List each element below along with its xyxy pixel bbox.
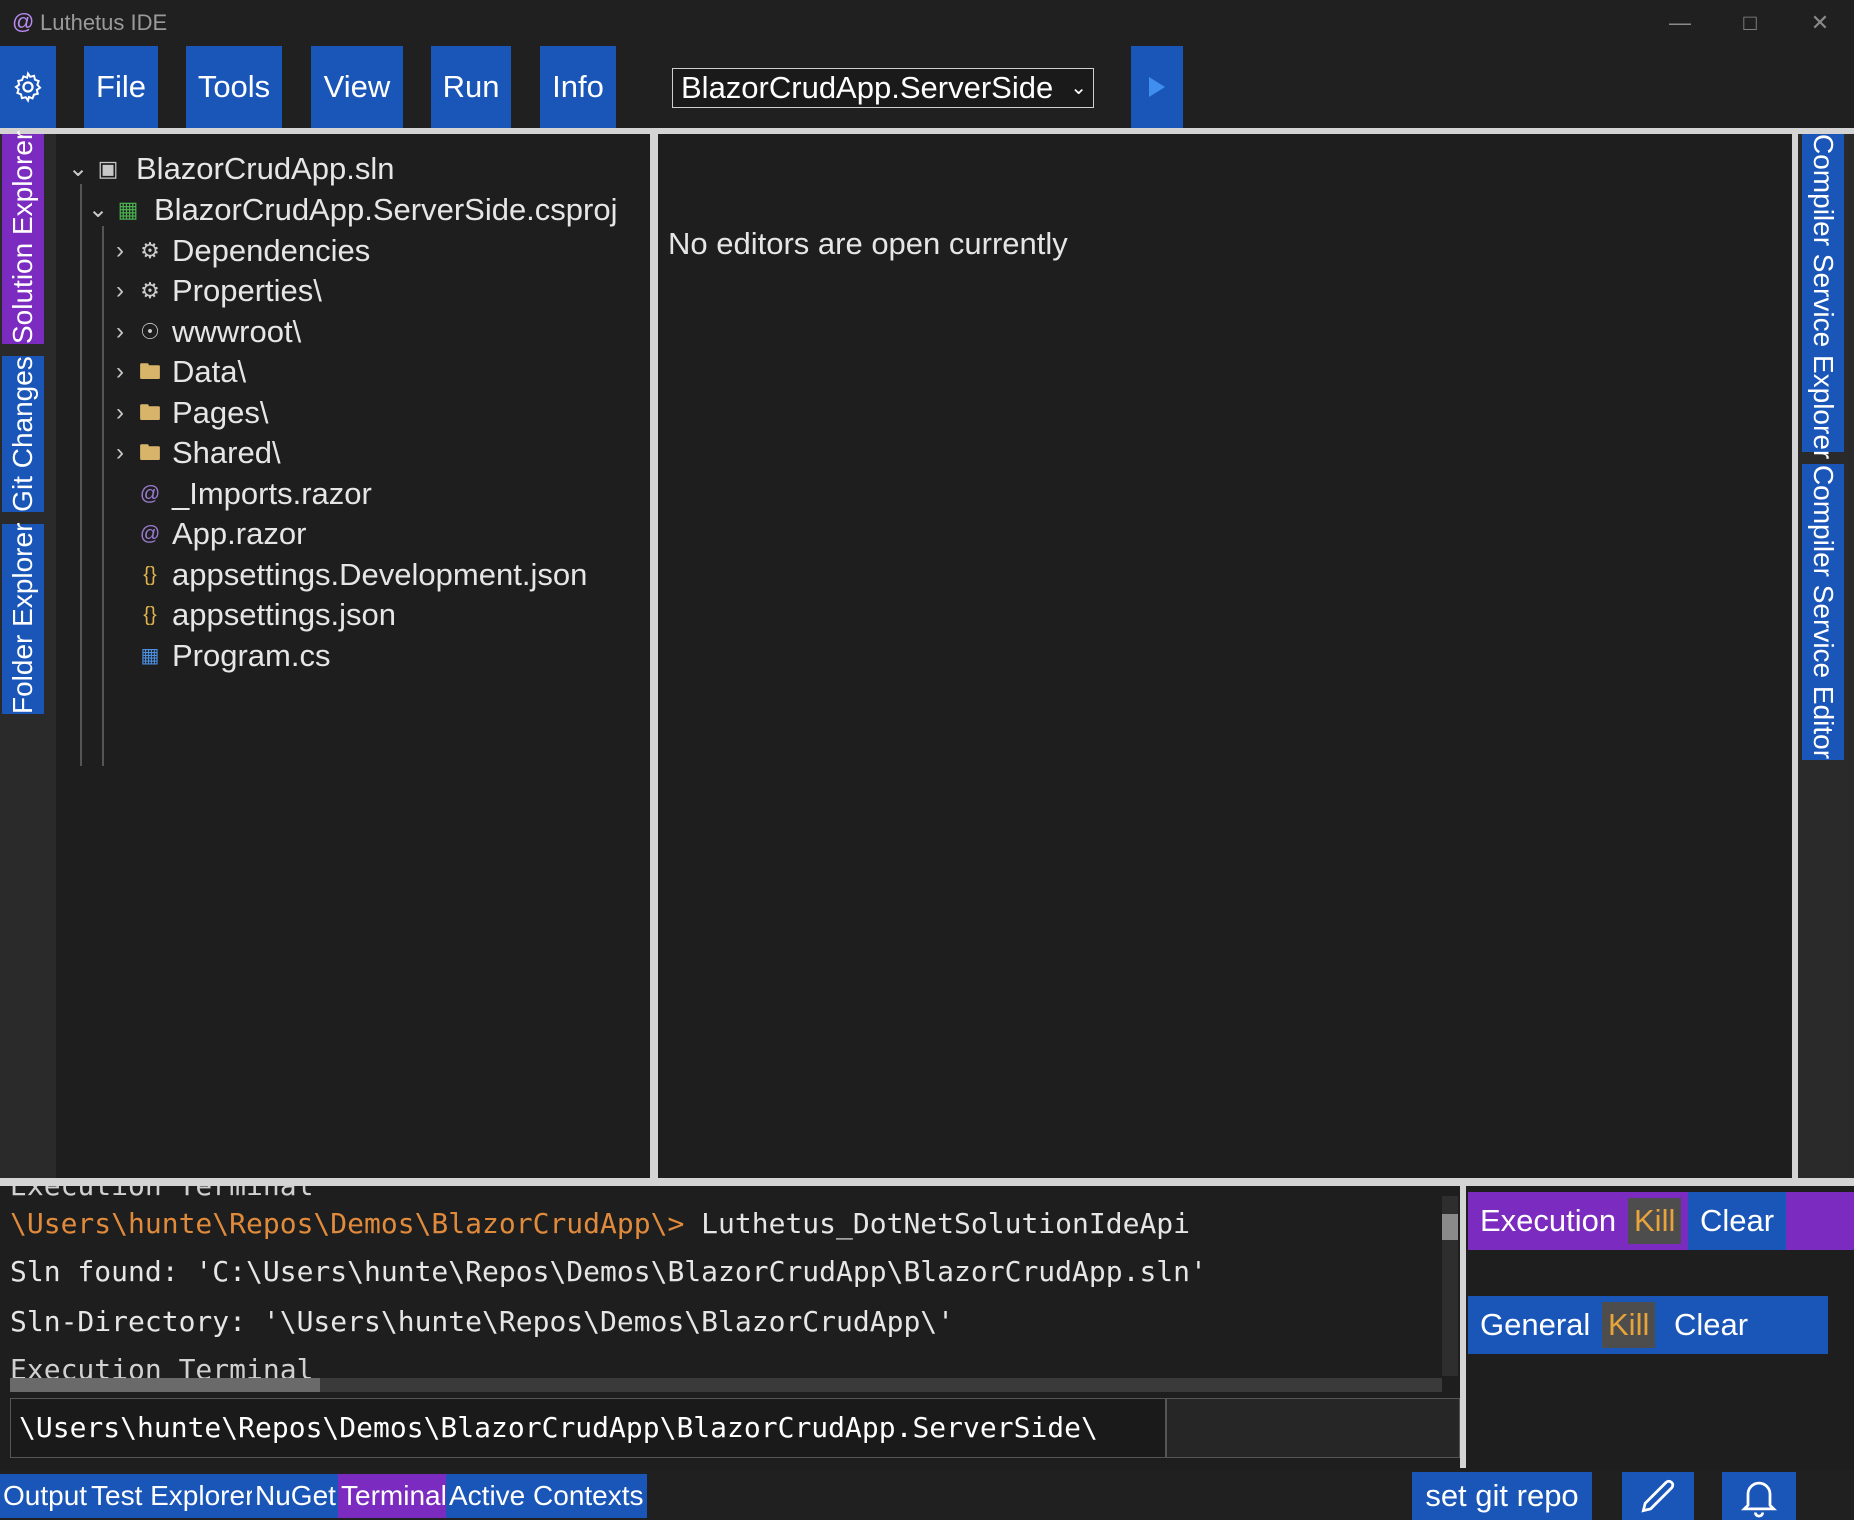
solution-explorer: ⌄ ▣ BlazorCrudApp.sln ⌄ ▦ BlazorCrudApp.…	[56, 134, 650, 1178]
right-panel-tabs: Compiler Service Explorer Compiler Servi…	[1798, 134, 1854, 1178]
tree-node-label: Program.cs	[172, 638, 331, 673]
terminal-name: General	[1480, 1307, 1591, 1342]
terminal-working-directory-input[interactable]: \Users\hunte\Repos\Demos\BlazorCrudApp\B…	[10, 1398, 1166, 1458]
tab-active-contexts[interactable]: Active Contexts	[446, 1474, 647, 1518]
terminal-prompt: \Users\hunte\Repos\Demos\BlazorCrudApp\>	[10, 1207, 685, 1240]
tab-git-changes-label: Git Changes	[7, 356, 38, 512]
play-icon	[1149, 77, 1165, 97]
terminal-line: \Users\hunte\Repos\Demos\BlazorCrudApp\>…	[10, 1200, 1190, 1248]
tab-nuget[interactable]: NuGet	[252, 1474, 339, 1518]
settings-button[interactable]	[0, 46, 56, 128]
horizontal-divider[interactable]	[0, 1178, 1854, 1186]
terminal-name: Execution	[1480, 1203, 1617, 1238]
csharp-file-icon: ▦	[140, 645, 160, 667]
tab-terminal[interactable]: Terminal	[338, 1474, 450, 1518]
set-git-repo-button[interactable]: set git repo	[1412, 1472, 1592, 1520]
app-logo-icon: @	[12, 9, 35, 34]
tree-node[interactable]: ▦ Program.cs	[56, 632, 650, 680]
terminal-line: Sln found: 'C:\Users\hunte\Repos\Demos\B…	[10, 1255, 1207, 1288]
menu-view[interactable]: View	[311, 46, 403, 128]
terminal-entry-general[interactable]: General Kill Clear	[1468, 1296, 1828, 1354]
vertical-divider[interactable]	[650, 134, 658, 1178]
maximize-icon[interactable]: □	[1722, 6, 1778, 40]
terminal-horizontal-scrollbar[interactable]	[10, 1378, 1442, 1392]
tab-folder-explorer-label: Folder Explorer	[7, 522, 38, 714]
tab-git-changes[interactable]: Git Changes	[2, 356, 44, 512]
kill-button[interactable]: Kill	[1602, 1302, 1656, 1348]
tab-folder-explorer[interactable]: Folder Explorer	[2, 522, 44, 714]
scrollbar-thumb[interactable]	[1442, 1214, 1458, 1240]
startup-project-select[interactable]: BlazorCrudApp.ServerSide ⌄	[672, 68, 1094, 108]
pencil-icon	[1641, 1479, 1675, 1513]
menu-file[interactable]: File	[84, 46, 158, 128]
chevron-down-icon: ⌄	[1070, 77, 1087, 99]
tab-solution-explorer-label: Solution Explorer	[7, 130, 38, 344]
tab-solution-explorer[interactable]: Solution Explorer	[2, 130, 44, 344]
kill-button[interactable]: Kill	[1628, 1198, 1682, 1244]
gear-icon	[14, 71, 42, 103]
clear-button[interactable]: Clear	[1662, 1296, 1761, 1354]
terminal-command: Luthetus_DotNetSolutionIdeApi	[684, 1207, 1191, 1240]
empty-editor-message: No editors are open currently	[668, 226, 1068, 261]
scrollbar-thumb[interactable]	[10, 1378, 320, 1392]
tab-test-explorer[interactable]: Test Explorer	[88, 1474, 258, 1518]
menu-bar: File Tools View Run Info BlazorCrudApp.S…	[0, 46, 1854, 128]
tab-compiler-service-explorer[interactable]: Compiler Service Explorer	[1802, 134, 1844, 460]
editor-area: No editors are open currently	[658, 134, 1792, 1178]
tab-compiler-service-editor[interactable]: Compiler Service Editor	[1802, 464, 1844, 760]
tab-compiler-service-explorer-label: Compiler Service Explorer	[1808, 134, 1839, 460]
startup-project-value: BlazorCrudApp.ServerSide	[681, 70, 1054, 105]
title-bar: @ Luthetus IDE — □ ✕	[0, 0, 1854, 46]
menu-tools[interactable]: Tools	[186, 46, 282, 128]
terminal-vertical-scrollbar[interactable]	[1442, 1196, 1458, 1376]
bell-icon	[1741, 1481, 1777, 1518]
minimize-icon[interactable]: —	[1652, 6, 1708, 40]
terminal-command-input[interactable]	[1166, 1398, 1460, 1458]
run-button[interactable]	[1131, 46, 1183, 128]
left-panel-tabs: Solution Explorer Git Changes Folder Exp…	[0, 130, 56, 1178]
menu-info[interactable]: Info	[540, 46, 616, 128]
terminal-entry-execution[interactable]: Execution Kill Clear	[1468, 1192, 1854, 1250]
close-icon[interactable]: ✕	[1792, 6, 1848, 40]
tab-compiler-service-editor-label: Compiler Service Editor	[1808, 464, 1839, 760]
clear-button[interactable]: Clear	[1688, 1192, 1787, 1250]
edit-button[interactable]	[1622, 1472, 1694, 1520]
terminal-list: Execution Kill Clear General Kill Clear	[1466, 1186, 1854, 1468]
window-title: Luthetus IDE	[40, 10, 168, 35]
menu-run[interactable]: Run	[431, 46, 511, 128]
terminal-line: Sln-Directory: '\Users\hunte\Repos\Demos…	[10, 1305, 955, 1338]
notifications-button[interactable]	[1722, 1472, 1796, 1520]
tab-output[interactable]: Output	[0, 1474, 91, 1518]
